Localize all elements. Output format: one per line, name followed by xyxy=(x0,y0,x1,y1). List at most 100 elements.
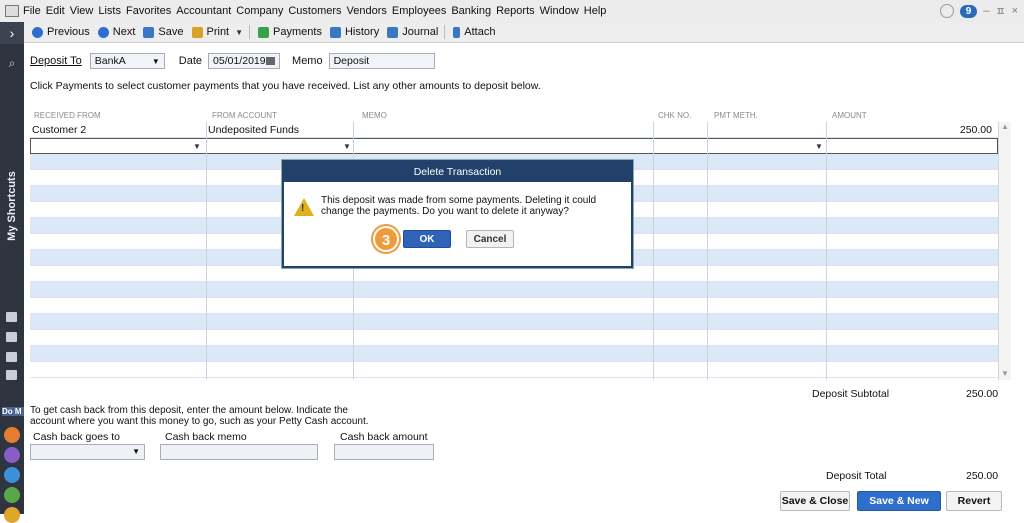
chevron-down-icon: ▼ xyxy=(132,447,140,456)
memo-label: Memo xyxy=(292,55,323,67)
expand-sidebar-icon[interactable]: › xyxy=(0,22,24,44)
ok-button[interactable]: OK xyxy=(403,230,451,248)
pmt-meth-dropdown-icon[interactable]: ▼ xyxy=(815,142,823,151)
table-row[interactable] xyxy=(30,282,998,298)
column-amount[interactable]: AMOUNT xyxy=(832,111,867,120)
menu-view[interactable]: View xyxy=(70,5,94,17)
save-button[interactable]: Save xyxy=(143,26,184,38)
menu-company[interactable]: Company xyxy=(236,5,283,17)
deposit-subtotal-value: 250.00 xyxy=(966,388,999,400)
journal-icon xyxy=(387,26,399,38)
deposit-to-value: BankA xyxy=(94,55,126,67)
menu-lists[interactable]: Lists xyxy=(98,5,121,17)
do-more-icon-1[interactable] xyxy=(4,427,20,443)
column-pmt-meth[interactable]: PMT METH. xyxy=(714,111,758,120)
chevron-down-icon[interactable]: ▼ xyxy=(235,28,243,37)
left-icon-bar: › ⌕ My Shortcuts Do M xyxy=(0,22,24,523)
do-more-icon-3[interactable] xyxy=(4,467,20,483)
table-row[interactable] xyxy=(30,314,998,330)
table-row[interactable] xyxy=(30,330,998,346)
calendar-icon[interactable] xyxy=(266,57,276,65)
from-account-dropdown-icon[interactable]: ▼ xyxy=(343,142,351,151)
cash-back-goes-to-select[interactable]: ▼ xyxy=(30,444,145,460)
menu-banking[interactable]: Banking xyxy=(451,5,491,17)
attach-button[interactable]: Attach xyxy=(453,26,495,38)
cash-back-memo-field[interactable] xyxy=(160,444,318,460)
menu-file[interactable]: File xyxy=(23,5,41,17)
dialog-title: Delete Transaction xyxy=(284,162,631,182)
menu-employees[interactable]: Employees xyxy=(392,5,446,17)
menu-reports[interactable]: Reports xyxy=(496,5,535,17)
table-row[interactable] xyxy=(30,362,998,378)
history-button[interactable]: History xyxy=(329,26,379,38)
table-scrollbar[interactable]: ▲ ▼ xyxy=(998,122,1011,380)
table-row-edit[interactable]: ▼ ▼ ▼ xyxy=(30,138,998,154)
deposit-to-select[interactable]: BankA ▼ xyxy=(89,53,165,69)
shortcut-icon-4[interactable] xyxy=(6,370,17,380)
my-shortcuts-label[interactable]: My Shortcuts xyxy=(6,166,18,246)
menu-favorites[interactable]: Favorites xyxy=(126,5,171,17)
column-received-from[interactable]: RECEIVED FROM xyxy=(34,111,101,120)
shortcut-icon-2[interactable] xyxy=(6,332,17,342)
menu-help[interactable]: Help xyxy=(584,5,607,17)
menu-edit[interactable]: Edit xyxy=(46,5,65,17)
column-divider xyxy=(206,122,207,380)
print-button[interactable]: Print ▼ xyxy=(191,26,243,38)
next-button[interactable]: Next xyxy=(97,26,135,38)
do-more-icon-5[interactable] xyxy=(4,507,20,523)
table-row[interactable] xyxy=(30,346,998,362)
date-label: Date xyxy=(178,55,203,67)
table-row[interactable]: Customer 2 Undeposited Funds 250.00 xyxy=(30,122,998,138)
add-icon[interactable] xyxy=(4,487,20,503)
step-marker: 3 xyxy=(373,226,399,252)
received-from-dropdown-icon[interactable]: ▼ xyxy=(193,142,201,151)
menu-vendors[interactable]: Vendors xyxy=(347,5,387,17)
column-from-account[interactable]: FROM ACCOUNT xyxy=(212,111,277,120)
menu-customers[interactable]: Customers xyxy=(288,5,341,17)
toolbar-divider xyxy=(444,25,446,39)
cell-received-from: Customer 2 xyxy=(32,124,87,136)
column-chk-no[interactable]: CHK NO. xyxy=(658,111,691,120)
toolbar-divider xyxy=(249,25,251,39)
date-value: 05/01/2019 xyxy=(213,55,266,67)
cash-back-amount-field[interactable] xyxy=(334,444,434,460)
search-icon[interactable]: ⌕ xyxy=(5,56,19,70)
arrow-left-icon xyxy=(32,26,43,38)
do-more-icon-2[interactable] xyxy=(4,447,20,463)
previous-button[interactable]: Previous xyxy=(32,26,90,38)
revert-button[interactable]: Revert xyxy=(946,491,1002,511)
memo-field[interactable]: Deposit xyxy=(328,53,435,69)
cancel-button[interactable]: Cancel xyxy=(466,230,514,248)
print-icon xyxy=(191,26,203,38)
notifications-badge[interactable]: 9 xyxy=(959,4,978,18)
table-row[interactable] xyxy=(30,266,998,282)
journal-button[interactable]: Journal xyxy=(387,26,438,38)
menu-window[interactable]: Window xyxy=(540,5,579,17)
delete-transaction-dialog: Delete Transaction ! This deposit was ma… xyxy=(282,160,633,268)
column-memo[interactable]: MEMO xyxy=(362,111,387,120)
cash-back-goes-to-label: Cash back goes to xyxy=(33,431,120,443)
system-menu-icon[interactable] xyxy=(5,5,19,17)
scroll-up-icon[interactable]: ▲ xyxy=(1000,122,1010,131)
save-new-button[interactable]: Save & New xyxy=(857,491,941,511)
reminders-clock-icon[interactable] xyxy=(939,4,954,18)
date-field[interactable]: 05/01/2019 xyxy=(208,53,281,69)
minimize-icon[interactable]: – xyxy=(983,5,989,17)
column-divider xyxy=(653,122,654,380)
shortcut-icon-3[interactable] xyxy=(6,352,17,362)
payments-button[interactable]: Payments xyxy=(258,26,322,38)
deposit-total-label: Deposit Total xyxy=(826,470,887,482)
save-close-button[interactable]: Save & Close xyxy=(780,491,850,511)
table-row[interactable] xyxy=(30,298,998,314)
paperclip-icon xyxy=(453,26,461,38)
deposit-header: Deposit To BankA ▼ Date 05/01/2019 Memo … xyxy=(30,51,435,71)
scroll-down-icon[interactable]: ▼ xyxy=(1000,369,1010,378)
form-toolbar: Previous Next Save Print ▼ Payments Histo… xyxy=(24,22,1024,43)
menu-accountant[interactable]: Accountant xyxy=(176,5,231,17)
dialog-message: This deposit was made from some payments… xyxy=(321,195,597,217)
close-icon[interactable]: × xyxy=(1012,5,1018,17)
window-controls: 9 – ㅍ × xyxy=(939,3,1018,19)
restore-icon[interactable]: ㅍ xyxy=(995,3,1005,19)
shortcut-icon-1[interactable] xyxy=(6,312,17,322)
do-more-label: Do M xyxy=(2,407,24,416)
